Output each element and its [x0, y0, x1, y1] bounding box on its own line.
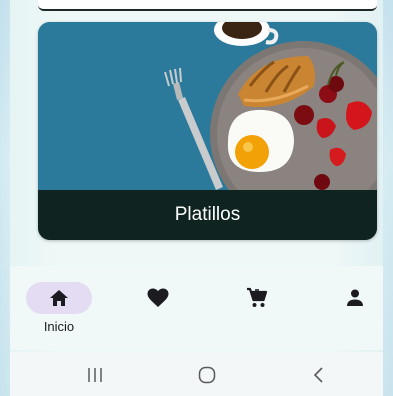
- nav-item-home[interactable]: Inicio: [24, 282, 94, 342]
- nav-pill-favorites: [125, 282, 191, 314]
- system-back-button[interactable]: [306, 364, 330, 386]
- recent-apps-icon: [88, 368, 102, 382]
- screen-edge-left: [0, 0, 10, 396]
- cart-icon: [247, 287, 268, 307]
- back-icon: [313, 367, 323, 383]
- nav-item-favorites[interactable]: [123, 282, 193, 342]
- home-circle-icon: [198, 366, 216, 384]
- nav-pill-profile: [322, 282, 388, 314]
- nav-label-home: Inicio: [43, 319, 75, 334]
- nav-pill-cart: [224, 282, 290, 314]
- nav-item-profile[interactable]: [320, 282, 390, 342]
- home-icon: [50, 290, 68, 306]
- food-photo: [38, 22, 377, 190]
- previous-card[interactable]: [38, 0, 377, 11]
- person-icon: [347, 289, 363, 306]
- card-title: Platillos: [174, 204, 241, 225]
- card-label-bar: Platillos: [38, 190, 377, 240]
- nav-active-indicator: [26, 282, 92, 314]
- system-home-button[interactable]: [195, 364, 219, 386]
- bottom-navigation: Inicio: [10, 266, 383, 350]
- nav-item-cart[interactable]: [222, 282, 292, 342]
- system-navigation-bar: [10, 352, 383, 396]
- recent-apps-button[interactable]: [83, 364, 107, 386]
- heart-icon: [147, 288, 169, 307]
- category-card-platillos[interactable]: Platillos: [38, 22, 377, 240]
